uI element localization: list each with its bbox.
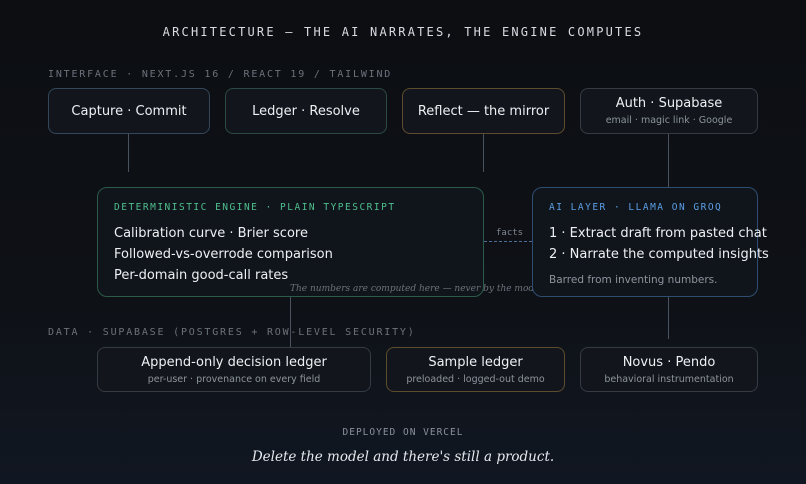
engine-item-calibration: Calibration curve · Brier score (114, 226, 308, 241)
ai-item-narrate: 2 · Narrate the computed insights (549, 247, 769, 262)
diagram-title: ARCHITECTURE — THE AI NARRATES, THE ENGI… (162, 25, 644, 39)
reflect-mirror-box: Reflect — the mirror (402, 88, 565, 134)
connector-engine-ledger (290, 297, 291, 347)
interface-section-label: INTERFACE · NEXT.JS 16 / REACT 19 / TAIL… (48, 69, 393, 80)
auth-supabase-title: Auth · Supabase (615, 96, 723, 111)
deploy-label: DEPLOYED ON VERCEL (342, 427, 464, 438)
capture-commit-box: Capture · Commit (48, 88, 210, 134)
ledger-resolve-title: Ledger · Resolve (252, 103, 360, 119)
ai-note: Barred from inventing numbers. (549, 274, 718, 286)
ai-heading: AI LAYER · LLAMA ON GROQ (549, 202, 723, 213)
auth-supabase-subtitle: email · magic link · Google (605, 115, 733, 126)
novus-pendo-title: Novus · Pendo (622, 354, 716, 370)
auth-supabase-box: Auth · Supabase email · magic link · Goo… (580, 88, 758, 134)
engine-heading: DETERMINISTIC ENGINE · PLAIN TYPESCRIPT (114, 202, 396, 213)
decision-ledger-title: Append-only decision ledger (141, 354, 327, 370)
connector-ai-data (668, 297, 669, 339)
engine-note: The numbers are computed here — never by… (290, 284, 546, 294)
deterministic-engine-panel: DETERMINISTIC ENGINE · PLAIN TYPESCRIPT … (97, 187, 484, 297)
engine-item-comparison: Followed-vs-overrode comparison (114, 247, 333, 262)
tagline: Delete the model and there's still a pro… (251, 449, 555, 465)
ledger-resolve-box: Ledger · Resolve (225, 88, 387, 134)
facts-arrow (484, 241, 532, 242)
facts-label: facts (496, 228, 524, 238)
novus-pendo-box: Novus · Pendo behavioral instrumentation (580, 347, 758, 392)
data-section-label: DATA · SUPABASE (POSTGRES + ROW-LEVEL SE… (48, 327, 416, 338)
capture-commit-title: Capture · Commit (71, 103, 187, 119)
connector-auth-ai (668, 134, 669, 187)
decision-ledger-subtitle: per-user · provenance on every field (147, 373, 321, 385)
sample-ledger-subtitle: preloaded · logged-out demo (406, 373, 545, 385)
novus-pendo-subtitle: behavioral instrumentation (604, 373, 734, 385)
reflect-mirror-title: Reflect — the mirror (417, 103, 550, 119)
engine-item-domain-rates: Per-domain good-call rates (114, 268, 289, 283)
ai-item-extract: 1 · Extract draft from pasted chat (549, 226, 767, 241)
connector-reflect-engine (483, 134, 484, 172)
sample-ledger-box: Sample ledger preloaded · logged-out dem… (386, 347, 565, 392)
ai-layer-panel: AI LAYER · LLAMA ON GROQ 1 · Extract dra… (532, 187, 769, 297)
sample-ledger-title: Sample ledger (428, 354, 523, 370)
decision-ledger-box: Append-only decision ledger per-user · p… (97, 347, 371, 392)
connector-capture-engine (128, 134, 129, 172)
